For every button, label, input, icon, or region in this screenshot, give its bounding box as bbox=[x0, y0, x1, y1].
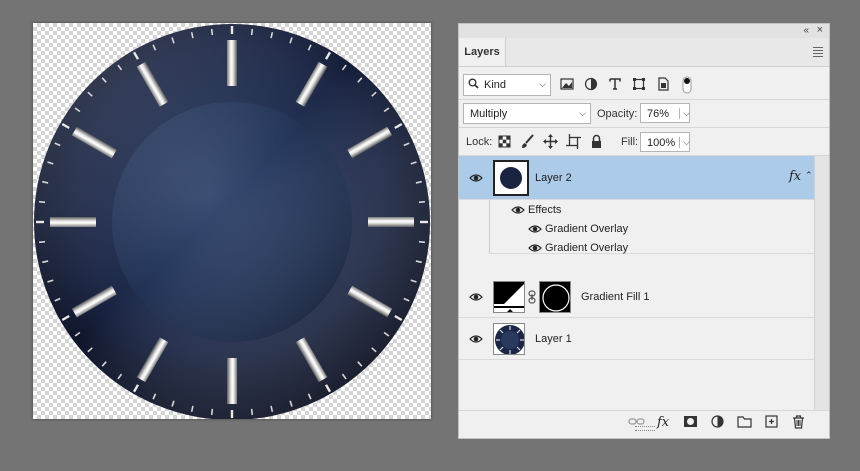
lock-icon-group bbox=[497, 134, 604, 149]
minute-tick bbox=[38, 240, 46, 244]
filter-kind-value: Kind bbox=[484, 79, 507, 91]
minute-tick bbox=[250, 408, 254, 416]
layer-row-layer-2[interactable]: Layer 2 fx ⌃ bbox=[459, 156, 815, 200]
effects-label: Effects bbox=[528, 204, 562, 216]
minute-tick bbox=[250, 28, 254, 36]
visibility-eye-icon[interactable] bbox=[469, 173, 483, 183]
visibility-eye-icon[interactable] bbox=[469, 334, 483, 344]
minute-tick bbox=[38, 200, 46, 204]
layers-panel: « × Layers Kind ⌵ Multiply ⌵ Opacity: 76… bbox=[458, 23, 830, 439]
panel-menu-icon[interactable] bbox=[813, 47, 823, 59]
tab-layers[interactable]: Layers bbox=[459, 38, 506, 66]
effect-visibility-eye-icon[interactable] bbox=[528, 243, 542, 253]
type-filter-icon[interactable] bbox=[607, 76, 623, 92]
blend-mode-value: Multiply bbox=[470, 108, 508, 120]
lock-artboard-icon[interactable] bbox=[566, 134, 581, 149]
layer-name[interactable]: Gradient Fill 1 bbox=[581, 291, 649, 303]
visibility-eye-icon[interactable] bbox=[469, 292, 483, 302]
effect-gradient-overlay-1[interactable]: Gradient Overlay bbox=[545, 223, 628, 235]
shape-filter-icon[interactable] bbox=[631, 76, 647, 92]
image-filter-icon[interactable] bbox=[559, 76, 575, 92]
minute-tick bbox=[418, 200, 426, 204]
watch-dial-artwork bbox=[34, 24, 430, 419]
layer-row-gradient-fill-1[interactable]: Gradient Fill 1 bbox=[459, 276, 815, 318]
effect-visibility-eye-icon[interactable] bbox=[528, 224, 542, 234]
minute-tick bbox=[210, 28, 214, 36]
opacity-dropdown-icon[interactable]: ⌵ bbox=[679, 108, 690, 119]
document-canvas[interactable] bbox=[33, 23, 431, 419]
search-icon bbox=[468, 78, 479, 92]
minute-tick bbox=[210, 408, 214, 416]
chevron-up-icon[interactable]: ⌃ bbox=[805, 170, 813, 181]
divider bbox=[459, 127, 829, 128]
opacity-input[interactable]: 76% ⌵ bbox=[640, 103, 690, 123]
lock-label: Lock: bbox=[466, 136, 493, 148]
filter-icon-group bbox=[559, 76, 695, 94]
adjustment-filter-icon[interactable] bbox=[583, 76, 599, 92]
chevron-down-icon: ⌵ bbox=[539, 79, 546, 89]
panel-tab-row: Layers bbox=[459, 38, 829, 67]
filter-kind-select[interactable]: Kind ⌵ bbox=[463, 74, 551, 96]
opacity-value: 76% bbox=[647, 108, 670, 120]
new-layer-icon[interactable] bbox=[763, 414, 780, 429]
layer-row-layer-1[interactable]: Layer 1 bbox=[459, 318, 815, 360]
dial-inner-sheen bbox=[112, 102, 352, 342]
panel-bottom-toolbar: fx bbox=[459, 410, 829, 433]
filter-toggle-icon[interactable] bbox=[679, 76, 695, 94]
layer-effects-fx-icon[interactable]: fx bbox=[789, 169, 801, 184]
mask-link-icon[interactable] bbox=[528, 290, 536, 307]
fill-value: 100% bbox=[647, 137, 676, 149]
add-mask-icon[interactable] bbox=[682, 414, 699, 429]
lock-paint-icon[interactable] bbox=[520, 134, 535, 149]
minute-tick bbox=[418, 240, 426, 244]
fill-input[interactable]: 100% ⌵ bbox=[640, 132, 690, 152]
layer-effects-group: Effects Gradient Overlay Gradient Overla… bbox=[489, 200, 815, 254]
gradient-fill-thumbnail bbox=[493, 281, 525, 313]
lock-position-icon[interactable] bbox=[543, 134, 558, 149]
opacity-label: Opacity: bbox=[597, 108, 638, 120]
panel-titlebar: « × bbox=[459, 24, 829, 39]
chevron-down-icon: ⌵ bbox=[579, 108, 586, 118]
collapse-panel-button[interactable]: « bbox=[803, 25, 809, 36]
effect-gradient-overlay-2[interactable]: Gradient Overlay bbox=[545, 242, 628, 254]
layer-thumbnail bbox=[493, 160, 529, 196]
fill-dropdown-icon[interactable]: ⌵ bbox=[679, 137, 690, 148]
blend-mode-select[interactable]: Multiply ⌵ bbox=[463, 103, 591, 124]
divider bbox=[459, 99, 829, 100]
fill-label: Fill: bbox=[621, 136, 639, 148]
layer-name[interactable]: Layer 2 bbox=[535, 172, 572, 184]
new-group-icon[interactable] bbox=[736, 414, 753, 429]
layer-mask-thumbnail[interactable] bbox=[539, 281, 571, 313]
svg-text:fx: fx bbox=[656, 415, 670, 429]
new-adjustment-icon[interactable] bbox=[709, 414, 726, 429]
layers-list: Layer 2 fx ⌃ Effects Gradient Overlay Gr… bbox=[459, 156, 829, 410]
panel-resize-grip[interactable] bbox=[635, 426, 655, 431]
layer-thumbnail bbox=[493, 323, 525, 355]
add-style-icon[interactable]: fx bbox=[655, 414, 672, 430]
lock-all-icon[interactable] bbox=[589, 134, 604, 149]
layers-scrollbar[interactable] bbox=[814, 156, 829, 410]
effects-visibility-eye-icon[interactable] bbox=[511, 205, 525, 215]
smart-object-filter-icon[interactable] bbox=[655, 76, 671, 92]
close-panel-button[interactable]: × bbox=[817, 24, 823, 36]
delete-layer-icon[interactable] bbox=[790, 414, 807, 429]
lock-transparent-icon[interactable] bbox=[497, 134, 512, 149]
layer-name[interactable]: Layer 1 bbox=[535, 333, 572, 345]
